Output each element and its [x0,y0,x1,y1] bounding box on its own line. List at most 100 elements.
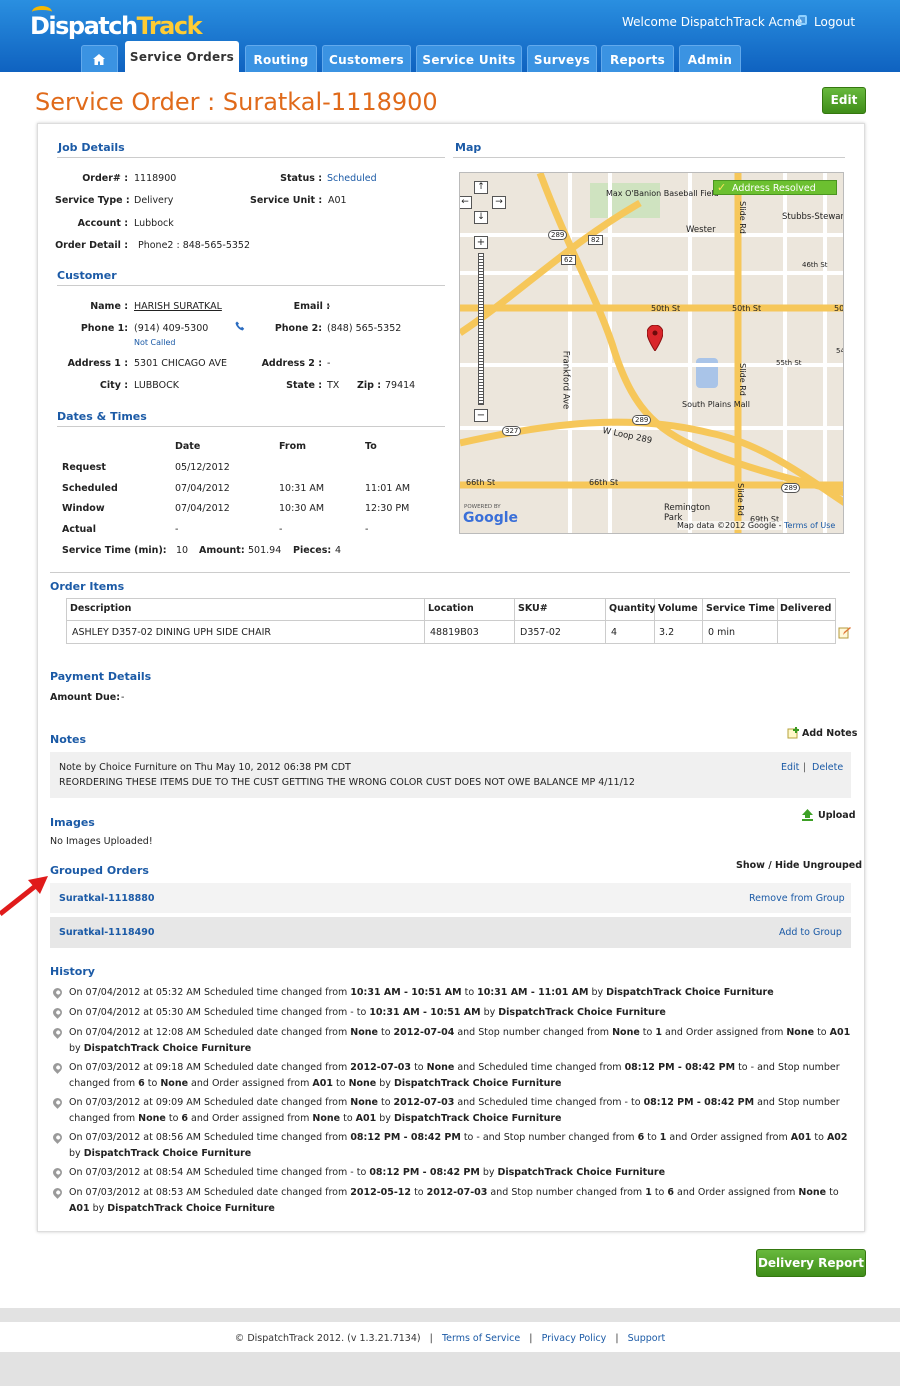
col-divider [605,598,606,644]
page-title: Service Order : Suratkal-1118900 [35,88,438,116]
phone-call-icon[interactable] [235,321,245,331]
history-text: and Order assigned from [674,1187,799,1198]
history-text: 2012-05-12 [350,1187,412,1198]
history-entry: On 07/03/2012 at 09:09 AM Scheduled date… [69,1095,854,1126]
history-text: and Scheduled time changed from - to [454,1097,644,1108]
city-value: LUBBOCK [134,380,179,391]
terms-of-service-link[interactable]: Terms of Service [442,1333,520,1344]
history-text: by [376,1077,394,1089]
logout-link[interactable]: Logout [814,15,855,29]
add-to-group-link[interactable]: Add to Group [779,927,842,938]
support-link[interactable]: Support [628,1333,666,1344]
order-number-label: Order# : [82,173,128,184]
date-cell: 05/12/2012 [175,462,230,473]
zoom-in-icon[interactable]: + [474,236,488,249]
separator: | [803,762,807,773]
history-text: 10:31 AM - 10:51 AM [369,1007,481,1018]
tab-reports[interactable]: Reports [601,45,674,72]
item-volume: 3.2 [659,627,675,638]
col-divider [424,598,425,644]
item-location: 48819B03 [430,627,479,638]
history-entry: On 07/03/2012 at 08:56 AM Scheduled time… [69,1130,854,1161]
grouped-order-link[interactable]: Suratkal-1118880 [59,893,154,904]
history-text: to [814,1027,830,1038]
history-entry: On 07/03/2012 at 08:54 AM Scheduled time… [69,1165,854,1181]
upload-link[interactable]: Upload [818,810,856,821]
history-entry: On 07/04/2012 at 05:30 AM Scheduled time… [69,1005,854,1021]
customer-name-link[interactable]: HARISH SURATKAL [134,301,222,312]
history-text: and Order assigned from [661,1027,787,1038]
pan-up-icon[interactable]: ↑ [474,181,488,194]
pan-left-icon[interactable]: ← [460,196,472,209]
pan-down-icon[interactable]: ↓ [474,211,488,224]
history-text: None [348,1077,377,1089]
status-link[interactable]: Scheduled [327,173,377,184]
zoom-slider[interactable] [478,253,484,405]
dispatchtrack-logo[interactable]: DispatchTrack [30,6,203,42]
images-heading: Images [50,816,95,829]
edit-note-link[interactable]: Edit [781,762,799,773]
to-cell: 12:30 PM [365,503,410,514]
show-hide-ungrouped-link[interactable]: Show / Hide Ungrouped [736,860,862,871]
history-text: by [69,1147,84,1159]
map-label: Max O'Banion Baseball Field [606,189,719,198]
tab-service-orders[interactable]: Service Orders [125,41,239,72]
zoom-out-icon[interactable]: − [474,409,488,422]
location-marker-icon[interactable] [647,325,663,351]
history-text: 2012-07-04 [393,1027,455,1038]
history-text: to [826,1187,839,1198]
grouped-order-link[interactable]: Suratkal-1118490 [59,927,154,938]
lock-icon [798,15,807,25]
history-text: None [426,1062,455,1073]
address2-label: Address 2 : [261,358,322,369]
service-type-label: Service Type : [55,195,130,206]
highway-shield: 289 [781,483,801,493]
map-view[interactable]: ↑ ↓ + − ← → Max O'Banion Baseball Field … [459,172,844,534]
divider [57,285,445,286]
zoom-control[interactable]: ↑ ↓ + − [474,181,490,422]
date-cell: - [175,524,179,535]
tab-admin[interactable]: Admin [679,45,741,72]
map-label: Remington Park [664,503,711,523]
map-terms-link[interactable]: Terms of Use [784,521,835,530]
map-label: Frankford Ave [560,350,571,410]
upload-icon[interactable] [801,809,814,821]
history-text: and Stop number changed from [487,1187,646,1198]
history-text: and Order assigned from [188,1112,313,1124]
history-text: to - and Stop number changed from [460,1132,638,1143]
edit-button[interactable]: Edit [822,87,866,114]
history-text: 2012-07-03 [350,1062,412,1073]
history-text: On 07/03/2012 at 09:18 AM Scheduled date… [69,1062,351,1073]
remove-from-group-link[interactable]: Remove from Group [749,893,845,904]
history-text: to [377,1027,394,1038]
tab-service-units[interactable]: Service Units [416,45,522,72]
tab-customers[interactable]: Customers [322,45,411,72]
history-text: 1 [655,1027,662,1038]
tab-surveys[interactable]: Surveys [527,45,597,72]
history-text: to [340,1112,356,1124]
history-text: DispatchTrack Choice Furniture [498,1007,666,1018]
history-text: to [644,1132,660,1143]
add-notes-icon[interactable] [787,727,799,739]
delete-note-link[interactable]: Delete [812,762,843,773]
history-text: by [69,1042,84,1054]
grouped-row [50,917,851,948]
map-label: 55th St [776,359,802,367]
history-text: and Order assigned from [188,1077,313,1089]
add-notes-link[interactable]: Add Notes [802,728,857,739]
tab-routing[interactable]: Routing [245,45,317,72]
not-called-link[interactable]: Not Called [134,338,176,347]
phone1-label: Phone 1: [80,323,128,334]
google-logo[interactable]: Google [463,510,518,526]
edit-item-icon[interactable] [838,626,851,639]
pan-right-icon[interactable]: → [492,196,506,209]
history-text: 08:12 PM - 08:42 PM [369,1167,480,1178]
history-text: DispatchTrack Choice Furniture [497,1167,666,1178]
privacy-policy-link[interactable]: Privacy Policy [542,1333,607,1344]
history-heading: History [50,965,95,978]
divider [453,157,845,158]
history-entry: On 07/04/2012 at 05:32 AM Scheduled time… [69,985,854,1001]
order-items-heading: Order Items [50,580,125,593]
items-col-header: Volume [658,603,698,614]
delivery-report-button[interactable]: Delivery Report [756,1249,866,1277]
